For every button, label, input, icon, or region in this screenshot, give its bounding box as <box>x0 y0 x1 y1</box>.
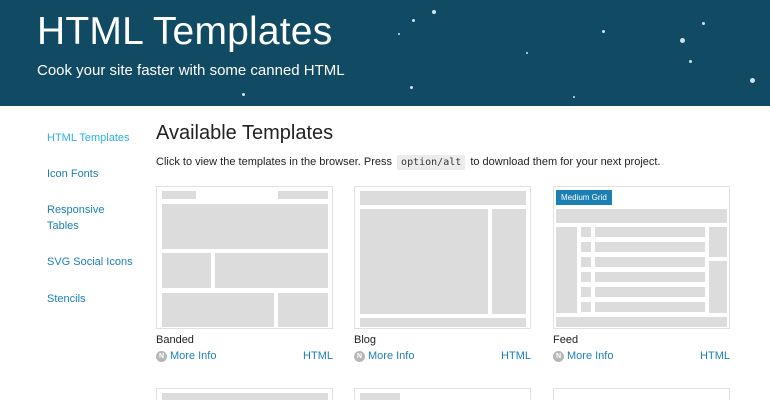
placeholder-block <box>595 227 705 237</box>
sidebar-item-svg-social-icons[interactable]: SVG Social Icons <box>47 254 133 270</box>
template-name: Blog <box>354 334 377 346</box>
placeholder-block <box>278 293 328 327</box>
placeholder-block <box>278 191 328 199</box>
template-thumbnail-banded[interactable] <box>156 186 333 329</box>
more-info-label: More Info <box>368 350 415 362</box>
star-decoration <box>689 60 692 63</box>
star-decoration <box>242 93 245 96</box>
template-name: Feed <box>553 334 579 346</box>
template-thumbnail-next[interactable] <box>156 388 333 400</box>
page-subtitle: Cook your site faster with some canned H… <box>37 62 345 79</box>
info-icon: N <box>354 350 365 362</box>
hero-banner: HTML Templates Cook your site faster wit… <box>0 0 770 106</box>
template-card-banded: Banded N More Info HTML <box>156 186 333 362</box>
star-decoration <box>602 30 605 33</box>
template-thumbnail-feed[interactable]: Medium Grid <box>553 186 730 329</box>
page-title: HTML Templates <box>37 10 333 53</box>
placeholder-block <box>162 204 328 249</box>
placeholder-block <box>595 257 705 267</box>
placeholder-block <box>162 253 211 288</box>
placeholder-block <box>581 257 591 267</box>
html-download-link[interactable]: HTML <box>303 350 333 362</box>
more-info-link[interactable]: N More Info <box>553 350 613 362</box>
placeholder-block <box>556 227 577 313</box>
template-thumbnail-blog[interactable] <box>354 186 531 329</box>
info-icon: N <box>553 350 564 362</box>
placeholder-block <box>162 191 196 199</box>
placeholder-block <box>581 302 591 312</box>
card-links: N More Info HTML <box>553 350 730 364</box>
template-name: Banded <box>156 334 194 346</box>
placeholder-block <box>360 318 526 327</box>
star-decoration <box>410 86 413 89</box>
placeholder-block <box>581 272 591 282</box>
star-decoration <box>702 22 705 25</box>
keyboard-key: option/alt <box>397 155 466 170</box>
placeholder-block <box>581 227 591 237</box>
intro-text: Click to view the templates in the brows… <box>156 155 661 170</box>
more-info-label: More Info <box>567 350 614 362</box>
sidebar-item-html-templates[interactable]: HTML Templates <box>47 130 130 146</box>
section-title: Available Templates <box>156 122 334 144</box>
info-icon: N <box>156 350 167 362</box>
card-links: N More Info HTML <box>354 350 531 364</box>
star-decoration <box>680 38 685 43</box>
placeholder-block <box>709 261 727 313</box>
template-thumbnail-next[interactable] <box>553 388 730 400</box>
placeholder-block <box>581 287 591 297</box>
sidebar-item-icon-fonts[interactable]: Icon Fonts <box>47 166 98 182</box>
placeholder-block <box>162 393 328 400</box>
star-decoration <box>432 10 436 14</box>
star-decoration <box>526 52 528 54</box>
main-content: Available Templates Click to view the te… <box>156 122 756 400</box>
placeholder-block <box>215 253 328 288</box>
html-download-link[interactable]: HTML <box>700 350 730 362</box>
placeholder-block <box>360 209 488 314</box>
star-decoration <box>412 19 415 22</box>
placeholder-block <box>556 209 727 223</box>
template-card-blog: Blog N More Info HTML <box>354 186 531 362</box>
more-info-link[interactable]: N More Info <box>156 350 216 362</box>
html-download-link[interactable]: HTML <box>501 350 531 362</box>
sidebar-item-responsive-tables[interactable]: Responsive Tables <box>47 202 117 234</box>
template-badge: Medium Grid <box>556 190 612 205</box>
sidebar-item-stencils[interactable]: Stencils <box>47 291 86 307</box>
placeholder-block <box>595 242 705 252</box>
more-info-link[interactable]: N More Info <box>354 350 414 362</box>
placeholder-block <box>556 317 727 327</box>
template-card-feed: Medium Grid Feed N More Info HTML <box>553 186 730 362</box>
placeholder-block <box>162 293 274 327</box>
intro-text-before: Click to view the templates in the brows… <box>156 156 392 168</box>
placeholder-block <box>709 227 727 257</box>
placeholder-block <box>360 393 400 400</box>
star-decoration <box>573 96 575 98</box>
intro-text-after: to download them for your next project. <box>470 156 661 168</box>
more-info-label: More Info <box>170 350 217 362</box>
card-links: N More Info HTML <box>156 350 333 364</box>
placeholder-block <box>360 191 526 205</box>
placeholder-block <box>492 209 526 314</box>
placeholder-block <box>595 287 705 297</box>
placeholder-block <box>595 302 705 312</box>
placeholder-block <box>581 242 591 252</box>
template-thumbnail-next[interactable] <box>354 388 531 400</box>
star-decoration <box>398 33 400 35</box>
star-decoration <box>750 78 755 83</box>
placeholder-block <box>595 272 705 282</box>
